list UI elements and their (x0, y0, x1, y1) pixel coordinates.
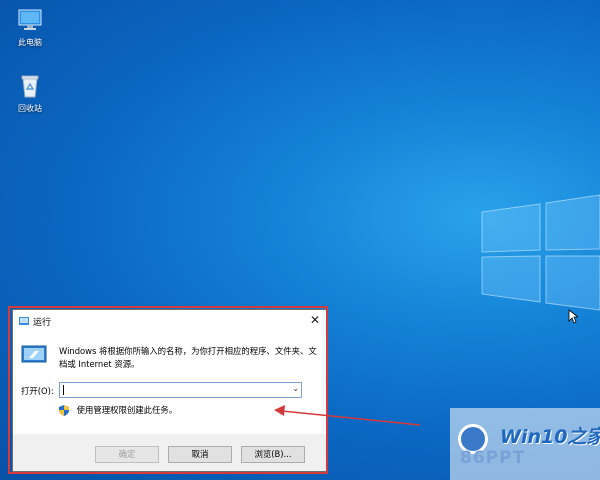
mouse-cursor-icon (568, 309, 578, 324)
title-bar[interactable]: 运行 ✕ (13, 310, 327, 332)
run-app-icon (19, 317, 29, 325)
browse-button[interactable]: 浏览(B)... (241, 446, 305, 463)
recycle-bin-icon (21, 75, 39, 98)
run-large-icon (21, 345, 47, 363)
watermark: Win10之家 86PPT (450, 408, 600, 480)
this-pc-icon (18, 9, 42, 30)
cancel-button[interactable]: 取消 (168, 446, 232, 463)
watermark-brand: Win10之家 (500, 426, 600, 448)
button-bar: 确定 取消 浏览(B)... (13, 434, 327, 471)
run-dialog: 运行 ✕ Windows 将根据你所输入的名称，为你打开相应的程序、文件夹、文档… (12, 309, 328, 472)
dialog-description: Windows 将根据你所输入的名称，为你打开相应的程序、文件夹、文档或 Int… (59, 346, 317, 369)
watermark-sub: 86PPT (460, 448, 526, 468)
text-caret (63, 385, 64, 395)
desktop-icon-this-pc[interactable]: 此电脑 (0, 6, 60, 48)
desktop-icon-label: 此电脑 (18, 38, 42, 47)
windows-logo-icon (481, 194, 600, 311)
admin-note: 使用管理权限创建此任务。 (59, 404, 177, 416)
desktop: 此电脑 回收站 运行 ✕ Windows 将根据你所输入的名称，为你打开相应的程… (0, 0, 600, 480)
dialog-title: 运行 (33, 318, 52, 328)
admin-note-text: 使用管理权限创建此任务。 (76, 405, 178, 415)
desktop-icon-label: 回收站 (18, 104, 42, 113)
ok-button[interactable]: 确定 (95, 446, 159, 463)
close-icon: ✕ (309, 313, 321, 327)
shield-icon (59, 405, 69, 416)
close-button[interactable]: ✕ (306, 312, 324, 328)
open-label: 打开(O): (21, 386, 54, 396)
desktop-icon-recycle-bin[interactable]: 回收站 (0, 72, 60, 114)
chevron-down-icon[interactable]: ⌄ (292, 384, 299, 393)
open-input[interactable] (60, 383, 291, 397)
open-combobox[interactable]: ⌄ (59, 382, 302, 398)
